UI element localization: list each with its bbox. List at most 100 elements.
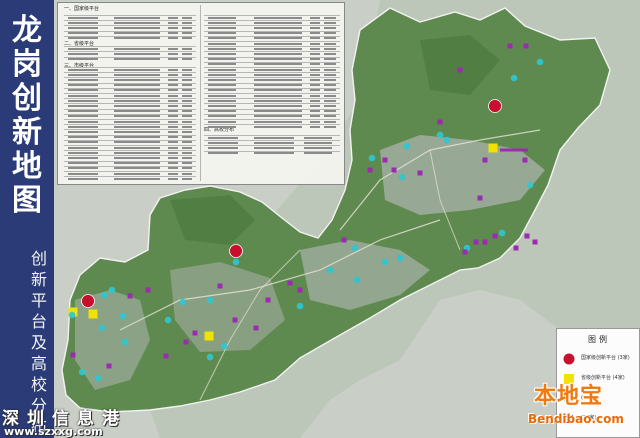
- provincial-platform-marker[interactable]: [88, 309, 98, 319]
- table-rule: [114, 21, 160, 24]
- other-platform-marker[interactable]: [522, 157, 528, 163]
- other-platform-marker[interactable]: [507, 43, 513, 49]
- other-platform-marker[interactable]: [163, 353, 169, 359]
- table-rule: [324, 84, 336, 87]
- other-platform-marker[interactable]: [482, 239, 488, 245]
- table-rule: [168, 125, 178, 128]
- table-rule: [208, 94, 236, 97]
- municipal-platform-marker[interactable]: [119, 312, 127, 320]
- other-platform-marker[interactable]: [287, 280, 293, 286]
- other-platform-marker[interactable]: [232, 317, 238, 323]
- municipal-platform-marker[interactable]: [179, 298, 187, 306]
- municipal-platform-marker[interactable]: [296, 302, 304, 310]
- other-platform-marker[interactable]: [382, 157, 388, 163]
- municipal-platform-marker[interactable]: [98, 324, 106, 332]
- table-rule: [310, 120, 320, 123]
- table-rule: [254, 32, 302, 35]
- table-rule: [324, 21, 336, 24]
- municipal-platform-marker[interactable]: [443, 136, 451, 144]
- other-platform-marker[interactable]: [367, 167, 373, 173]
- table-rule: [68, 99, 98, 102]
- table-rule: [182, 177, 192, 180]
- municipal-platform-marker[interactable]: [108, 286, 116, 294]
- other-platform-marker[interactable]: [523, 43, 529, 49]
- other-platform-marker[interactable]: [513, 245, 519, 251]
- municipal-platform-marker[interactable]: [510, 74, 518, 82]
- other-platform-marker[interactable]: [417, 170, 423, 176]
- table-rule: [324, 125, 336, 128]
- municipal-platform-marker[interactable]: [78, 368, 86, 376]
- table-rule: [310, 68, 320, 71]
- municipal-platform-marker[interactable]: [403, 142, 411, 150]
- municipal-platform-marker[interactable]: [396, 254, 404, 262]
- municipal-platform-marker[interactable]: [353, 276, 361, 284]
- table-rule: [254, 146, 294, 149]
- table-rule: [114, 156, 160, 159]
- table-rule: [208, 120, 236, 123]
- other-platform-marker[interactable]: [532, 239, 538, 245]
- table-rule: [182, 115, 192, 118]
- other-platform-marker[interactable]: [106, 363, 112, 369]
- municipal-platform-marker[interactable]: [94, 374, 102, 382]
- municipal-platform-marker[interactable]: [326, 266, 334, 274]
- municipal-platform-marker[interactable]: [220, 342, 228, 350]
- other-platform-marker[interactable]: [145, 287, 151, 293]
- other-platform-marker[interactable]: [192, 330, 198, 336]
- other-platform-marker[interactable]: [482, 157, 488, 163]
- other-platform-marker[interactable]: [391, 167, 397, 173]
- other-platform-marker[interactable]: [253, 325, 259, 331]
- table-rule: [168, 115, 178, 118]
- table-rule: [208, 146, 238, 149]
- table-rule: [254, 104, 302, 107]
- municipal-platform-marker[interactable]: [232, 258, 240, 266]
- other-platform-marker[interactable]: [477, 195, 483, 201]
- other-platform-marker[interactable]: [265, 297, 271, 303]
- table-rule: [168, 73, 178, 76]
- other-platform-marker[interactable]: [473, 239, 479, 245]
- municipal-platform-marker[interactable]: [381, 258, 389, 266]
- table-rule: [182, 37, 192, 40]
- municipal-platform-marker[interactable]: [351, 244, 359, 252]
- national-platform-marker[interactable]: [81, 294, 95, 308]
- table-rule: [324, 120, 336, 123]
- table-rule: [208, 152, 238, 155]
- municipal-platform-marker[interactable]: [68, 311, 76, 319]
- other-platform-marker[interactable]: [457, 67, 463, 73]
- table-rule: [182, 47, 192, 50]
- table-rule: [208, 68, 236, 71]
- other-platform-marker[interactable]: [70, 352, 76, 358]
- municipal-platform-marker[interactable]: [100, 291, 108, 299]
- municipal-platform-marker[interactable]: [164, 316, 172, 324]
- other-platform-marker[interactable]: [492, 233, 498, 239]
- other-platform-marker[interactable]: [341, 237, 347, 243]
- table-rule: [114, 151, 160, 154]
- national-platform-marker[interactable]: [229, 244, 243, 258]
- municipal-platform-marker[interactable]: [206, 353, 214, 361]
- other-platform-marker[interactable]: [437, 119, 443, 125]
- municipal-platform-marker[interactable]: [436, 131, 444, 139]
- municipal-platform-marker[interactable]: [526, 181, 534, 189]
- municipal-platform-marker[interactable]: [121, 338, 129, 346]
- municipal-platform-marker[interactable]: [368, 154, 376, 162]
- other-platform-marker[interactable]: [217, 283, 223, 289]
- table-rule: [324, 63, 336, 66]
- other-platform-marker[interactable]: [127, 293, 133, 299]
- other-platform-marker[interactable]: [524, 233, 530, 239]
- national-platform-marker[interactable]: [488, 99, 502, 113]
- table-rule: [114, 167, 160, 170]
- municipal-platform-marker[interactable]: [398, 173, 406, 181]
- municipal-platform-marker[interactable]: [498, 229, 506, 237]
- other-platform-marker[interactable]: [462, 249, 468, 255]
- municipal-platform-marker[interactable]: [536, 58, 544, 66]
- provincial-platform-marker[interactable]: [488, 143, 498, 153]
- table-rule: [114, 146, 160, 149]
- table-rule: [304, 136, 332, 139]
- table-rule: [324, 37, 336, 40]
- municipal-platform-marker[interactable]: [206, 296, 214, 304]
- provincial-platform-marker[interactable]: [204, 331, 214, 341]
- other-platform-marker[interactable]: [297, 287, 303, 293]
- other-platform-marker[interactable]: [183, 339, 189, 345]
- table-rule: [310, 125, 320, 128]
- table-rule: [68, 120, 98, 123]
- table-rule: [114, 89, 160, 92]
